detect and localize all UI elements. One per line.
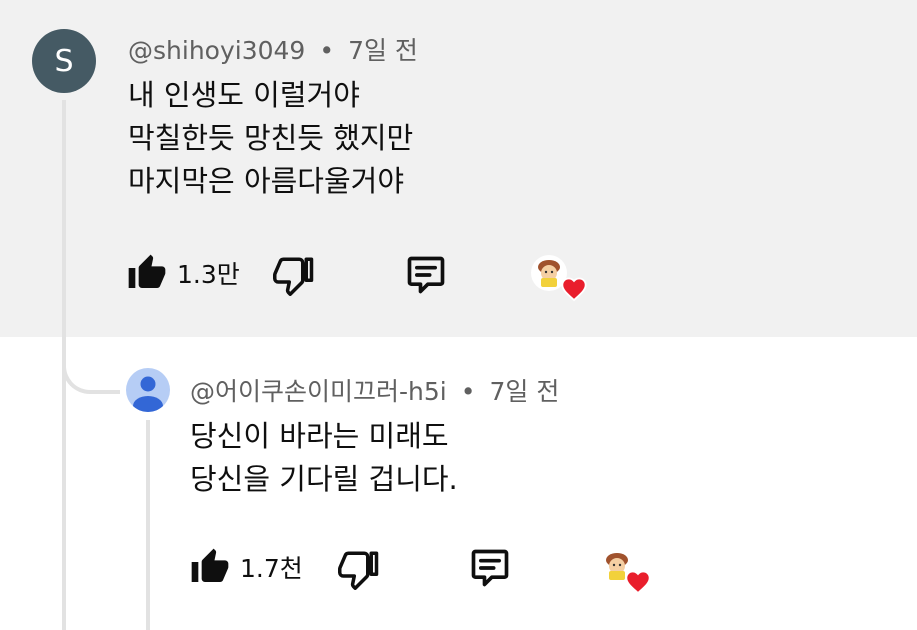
avatar[interactable]	[126, 368, 170, 412]
thumbs-down-outline-icon	[273, 257, 314, 296]
author-name[interactable]: @shihoyi3049	[128, 36, 305, 65]
reply-text: 당신이 바라는 미래도 당신을 기다릴 겁니다.	[190, 415, 458, 501]
reply-button[interactable]	[467, 546, 513, 590]
thumbs-down-outline-icon	[338, 551, 379, 590]
thumbs-up-filled-icon	[191, 548, 229, 582]
heart-icon	[561, 277, 587, 302]
comment-line: 막칠한듯 망친듯 했지만	[128, 121, 414, 155]
reply-thread-line	[146, 420, 150, 630]
separator-dot: •	[319, 36, 335, 65]
comment-text: 내 인생도 이럴거야 막칠한듯 망친듯 했지만 마지막은 아름다울거야	[128, 74, 413, 203]
dislike-button[interactable]	[273, 254, 315, 296]
like-button[interactable]: 1.7천	[190, 546, 303, 588]
default-avatar-icon	[133, 376, 163, 412]
separator-dot: •	[460, 377, 476, 406]
reply-meta: @어이쿠손이미끄러-h5i • 7일 전	[190, 372, 559, 408]
like-count: 1.3만	[177, 260, 240, 289]
reply-line: 당신이 바라는 미래도	[190, 419, 449, 453]
timestamp[interactable]: 7일 전	[348, 36, 418, 65]
comment-line: 내 인생도 이럴거야	[128, 78, 360, 112]
comment-line: 마지막은 아름다울거야	[128, 164, 405, 198]
timestamp[interactable]: 7일 전	[489, 377, 559, 406]
heart-icon	[625, 570, 651, 595]
reply-button[interactable]	[403, 253, 449, 297]
reply-comment-icon	[407, 256, 445, 294]
thread-connector	[62, 344, 120, 394]
avatar[interactable]: S	[32, 29, 96, 93]
like-count: 1.7천	[240, 554, 303, 583]
reply-comment-icon	[471, 549, 509, 587]
like-button[interactable]: 1.3만	[127, 252, 240, 294]
thumbs-up-filled-icon	[128, 254, 166, 288]
author-name[interactable]: @어이쿠손이미끄러-h5i	[190, 377, 447, 406]
reply-line: 당신을 기다릴 겁니다.	[190, 462, 458, 496]
avatar-letter: S	[54, 43, 74, 79]
creator-heart-badge	[530, 254, 590, 302]
creator-heart-badge	[598, 547, 658, 595]
dislike-button[interactable]	[338, 548, 380, 590]
comment-meta: @shihoyi3049 • 7일 전	[128, 31, 418, 67]
